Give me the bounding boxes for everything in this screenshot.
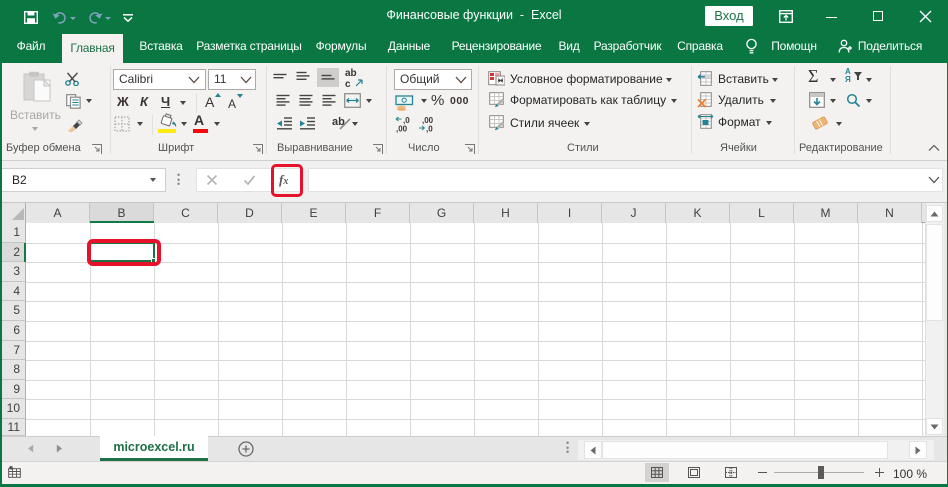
svg-text:,00: ,00 <box>396 125 408 134</box>
svg-text:,0: ,0 <box>426 125 433 134</box>
